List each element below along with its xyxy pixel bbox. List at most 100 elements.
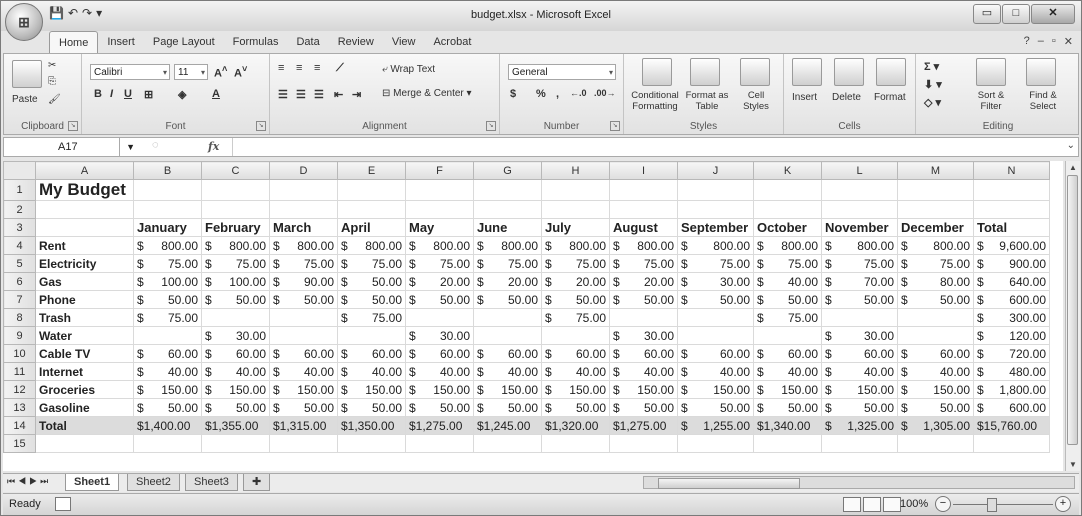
column-header[interactable]: F xyxy=(405,161,474,180)
cell[interactable] xyxy=(821,179,898,201)
cell[interactable] xyxy=(609,434,678,453)
page-break-view-icon[interactable] xyxy=(883,497,901,512)
cell[interactable] xyxy=(753,434,822,453)
value-cell[interactable]: $60.00 xyxy=(405,344,474,363)
value-cell[interactable]: $40.00 xyxy=(133,362,202,381)
cell[interactable] xyxy=(473,179,542,201)
conditional-formatting-icon[interactable] xyxy=(642,58,672,86)
sheet-tab-sheet1[interactable]: Sheet1 xyxy=(65,474,120,491)
value-cell[interactable]: $800.00 xyxy=(609,236,678,255)
value-cell[interactable]: $75.00 xyxy=(133,254,202,273)
row-header[interactable]: 4 xyxy=(3,236,36,255)
tab-acrobat[interactable]: Acrobat xyxy=(424,31,480,53)
value-cell[interactable] xyxy=(609,308,678,327)
column-header[interactable]: L xyxy=(821,161,898,180)
horizontal-scroll-thumb[interactable] xyxy=(658,478,800,489)
formula-input[interactable] xyxy=(232,138,1060,156)
value-cell[interactable]: $40.00 xyxy=(821,362,898,381)
increase-decimal-icon[interactable]: ←.0 xyxy=(570,88,587,98)
month-header[interactable]: June xyxy=(473,218,542,237)
value-cell[interactable]: $75.00 xyxy=(897,254,974,273)
value-cell[interactable]: $50.00 xyxy=(133,290,202,309)
value-cell[interactable]: $60.00 xyxy=(133,344,202,363)
value-cell[interactable] xyxy=(473,326,542,345)
value-cell[interactable]: $9,600.00 xyxy=(973,236,1050,255)
cell[interactable] xyxy=(677,200,754,219)
row-label[interactable]: Internet xyxy=(35,362,134,381)
font-color-icon[interactable]: A xyxy=(212,88,220,100)
value-cell[interactable]: $150.00 xyxy=(897,380,974,399)
value-cell[interactable]: $90.00 xyxy=(269,272,338,291)
month-header[interactable]: September xyxy=(677,218,754,237)
value-cell[interactable]: $800.00 xyxy=(405,236,474,255)
value-cell[interactable]: $75.00 xyxy=(541,308,610,327)
month-header[interactable]: August xyxy=(609,218,678,237)
value-cell[interactable]: $50.00 xyxy=(473,398,542,417)
grow-font-icon[interactable]: A˄ xyxy=(214,64,227,80)
decrease-indent-icon[interactable]: ⇤ xyxy=(334,88,343,101)
month-header[interactable]: November xyxy=(821,218,898,237)
row-header[interactable]: 7 xyxy=(3,290,36,309)
insert-sheet-icon[interactable]: ✚ xyxy=(243,474,271,491)
close-button[interactable]: ✕ xyxy=(1031,4,1075,24)
value-cell[interactable]: $75.00 xyxy=(753,254,822,273)
font-size-combo[interactable]: 11 ▾ xyxy=(174,64,208,80)
delete-button[interactable]: Delete xyxy=(832,92,861,103)
column-header[interactable]: B xyxy=(133,161,202,180)
row-label[interactable]: Rent xyxy=(35,236,134,255)
value-cell[interactable] xyxy=(269,326,338,345)
delete-cells-icon[interactable] xyxy=(834,58,864,86)
value-cell[interactable]: $600.00 xyxy=(973,290,1050,309)
value-cell[interactable]: $75.00 xyxy=(821,254,898,273)
macro-record-icon[interactable] xyxy=(55,497,71,511)
value-cell[interactable]: $20.00 xyxy=(609,272,678,291)
total-cell[interactable]: $1,315.00 xyxy=(269,416,338,435)
value-cell[interactable]: $800.00 xyxy=(897,236,974,255)
insert-cells-icon[interactable] xyxy=(792,58,822,86)
align-center-icon[interactable]: ☰ xyxy=(296,88,306,101)
sheet-tab-sheet3[interactable]: Sheet3 xyxy=(185,474,238,491)
format-as-table-button[interactable]: Format as Table xyxy=(682,90,732,112)
row-header[interactable]: 5 xyxy=(3,254,36,273)
value-cell[interactable] xyxy=(897,308,974,327)
office-button[interactable]: ⊞ xyxy=(5,3,43,41)
value-cell[interactable]: $100.00 xyxy=(201,272,270,291)
tab-insert[interactable]: Insert xyxy=(98,31,144,53)
column-header[interactable]: J xyxy=(677,161,754,180)
format-as-table-icon[interactable] xyxy=(690,58,720,86)
cell[interactable] xyxy=(201,434,270,453)
value-cell[interactable]: $50.00 xyxy=(677,290,754,309)
column-header[interactable]: C xyxy=(201,161,270,180)
wrap-text-button[interactable]: ⤶ Wrap Text xyxy=(382,64,435,75)
cell[interactable] xyxy=(753,200,822,219)
value-cell[interactable]: $150.00 xyxy=(473,380,542,399)
cell[interactable] xyxy=(35,218,134,237)
value-cell[interactable]: $75.00 xyxy=(269,254,338,273)
total-cell[interactable]: $1,275.00 xyxy=(609,416,678,435)
value-cell[interactable]: $75.00 xyxy=(753,308,822,327)
value-cell[interactable]: $800.00 xyxy=(541,236,610,255)
row-header[interactable]: 13 xyxy=(3,398,36,417)
month-header[interactable]: March xyxy=(269,218,338,237)
value-cell[interactable]: $50.00 xyxy=(753,290,822,309)
value-cell[interactable]: $75.00 xyxy=(337,254,406,273)
cell[interactable] xyxy=(897,200,974,219)
value-cell[interactable]: $70.00 xyxy=(821,272,898,291)
cell[interactable] xyxy=(973,434,1050,453)
cell[interactable] xyxy=(405,200,474,219)
row-header[interactable]: 10 xyxy=(3,344,36,363)
value-cell[interactable]: $50.00 xyxy=(541,398,610,417)
value-cell[interactable]: $100.00 xyxy=(133,272,202,291)
total-cell[interactable]: $1,245.00 xyxy=(473,416,542,435)
value-cell[interactable]: $150.00 xyxy=(133,380,202,399)
cell[interactable] xyxy=(133,434,202,453)
value-cell[interactable]: $50.00 xyxy=(405,290,474,309)
align-middle-icon[interactable]: ≡ xyxy=(296,62,302,74)
cell[interactable] xyxy=(133,179,202,201)
value-cell[interactable]: $50.00 xyxy=(201,290,270,309)
name-box[interactable]: A17 ▼ xyxy=(4,138,135,156)
value-cell[interactable]: $75.00 xyxy=(541,254,610,273)
value-cell[interactable]: $75.00 xyxy=(473,254,542,273)
value-cell[interactable]: $30.00 xyxy=(821,326,898,345)
value-cell[interactable]: $150.00 xyxy=(269,380,338,399)
